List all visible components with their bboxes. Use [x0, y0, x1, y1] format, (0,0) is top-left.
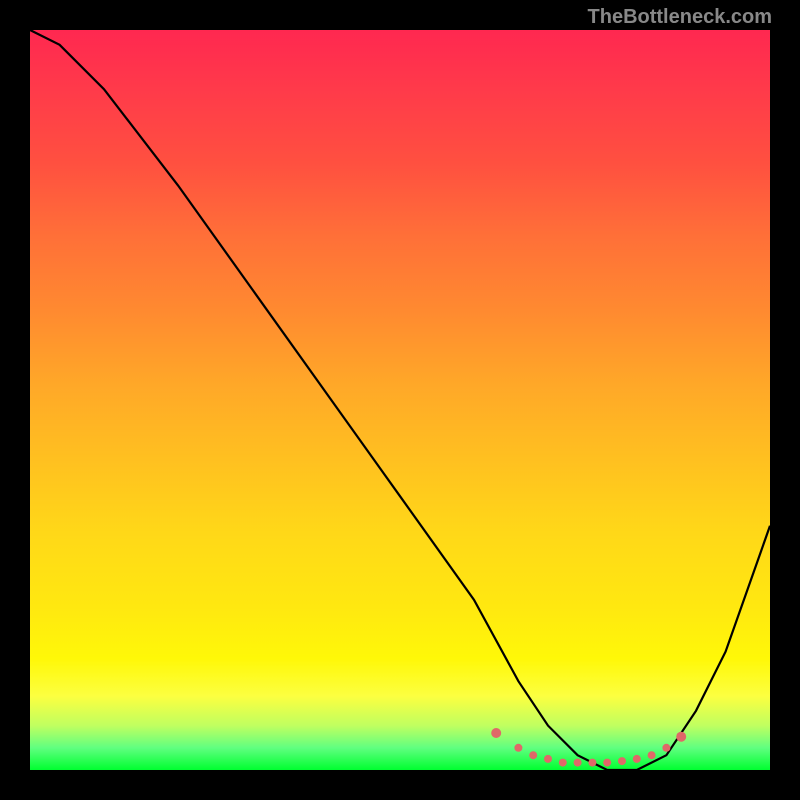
marker-dot [588, 759, 596, 767]
marker-dot [662, 744, 670, 752]
marker-dot [618, 757, 626, 765]
marker-dot [633, 755, 641, 763]
marker-dot [574, 759, 582, 767]
bottleneck-curve [30, 30, 770, 770]
curve-line [30, 30, 770, 770]
marker-dot [544, 755, 552, 763]
marker-dot [559, 759, 567, 767]
chart-svg [30, 30, 770, 770]
watermark-text: TheBottleneck.com [588, 6, 772, 29]
marker-dot [603, 759, 611, 767]
chart-container: TheBottleneck.com [0, 0, 800, 800]
marker-dot [529, 751, 537, 759]
plot-area [30, 30, 770, 770]
marker-dot [514, 744, 522, 752]
marker-dot [676, 732, 686, 742]
marker-dot [648, 751, 656, 759]
marker-dot [491, 728, 501, 738]
